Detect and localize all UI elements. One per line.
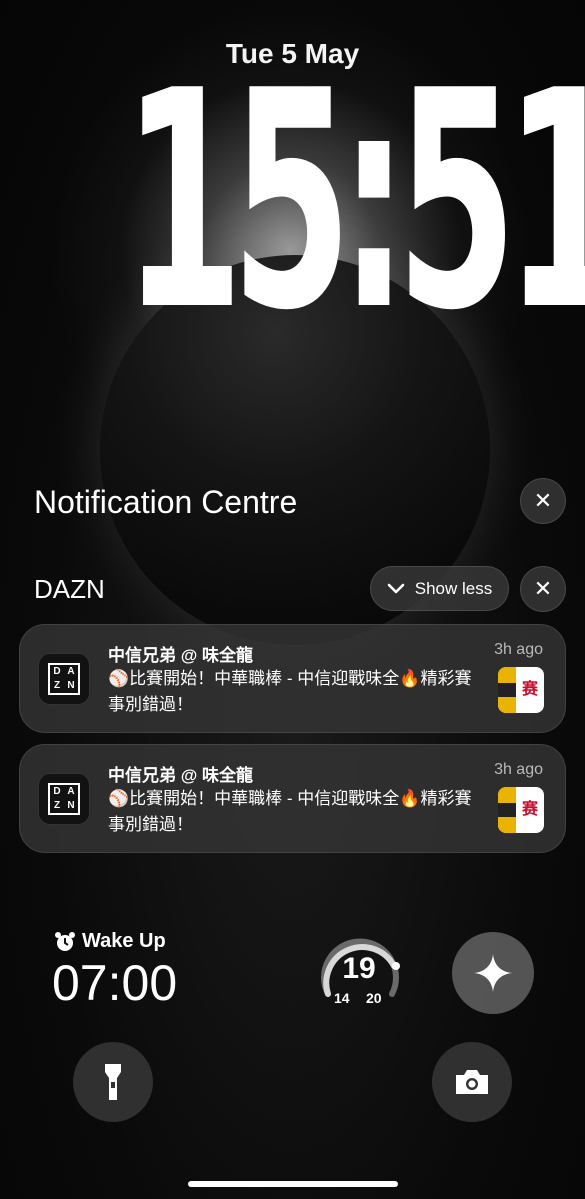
notification-title: 中信兄弟 @ 味全龍 — [108, 646, 254, 665]
notification-body: ⚾比賽開始！中華職棒 - 中信迎戰味全🔥精彩賽事別錯過！ — [108, 669, 472, 714]
notification-thumbnail: 赛 — [498, 787, 544, 833]
notification-title: 中信兄弟 @ 味全龍 — [108, 766, 254, 785]
notification-card[interactable]: DA ZN 中信兄弟 @ 味全龍 3h ago ⚾比賽開始！中華職棒 - 中信迎… — [19, 744, 566, 853]
alarm-clock-icon — [55, 931, 75, 951]
dazn-logo: DA ZN — [48, 783, 80, 815]
assistant-button[interactable] — [452, 932, 534, 1014]
chevron-down-icon — [387, 583, 405, 593]
notification-time: 3h ago — [494, 641, 543, 658]
weather-low: 14 — [334, 990, 350, 1006]
alarm-time: 07:00 — [52, 955, 178, 1011]
close-icon: ✕ — [533, 576, 553, 601]
camera-icon — [456, 1070, 488, 1094]
notification-card[interactable]: DA ZN 中信兄弟 @ 味全龍 3h ago ⚾比賽開始！中華職棒 - 中信迎… — [19, 624, 566, 733]
dazn-logo: DA ZN — [48, 663, 80, 695]
flashlight-button[interactable] — [73, 1042, 153, 1122]
flashlight-icon — [105, 1064, 121, 1100]
dazn-app-icon: DA ZN — [38, 653, 90, 705]
show-less-button[interactable]: Show less — [370, 566, 509, 611]
clear-notification-centre-button[interactable]: ✕ — [520, 478, 566, 524]
camera-button[interactable] — [432, 1042, 512, 1122]
sparkle-icon — [474, 954, 512, 992]
show-less-label: Show less — [414, 578, 493, 598]
notification-time: 3h ago — [494, 761, 543, 778]
notification-body: ⚾比賽開始！中華職棒 - 中信迎戰味全🔥精彩賽事別錯過！ — [108, 789, 472, 834]
weather-high: 20 — [366, 990, 382, 1006]
alarm-label: Wake Up — [82, 930, 166, 952]
clear-group-button[interactable]: ✕ — [520, 566, 566, 612]
lockscreen-time: 15:51 — [122, 27, 585, 376]
home-indicator[interactable] — [188, 1181, 398, 1187]
alarm-widget[interactable]: Wake Up — [54, 930, 166, 953]
dazn-app-icon: DA ZN — [38, 773, 90, 825]
weather-temperature: 19 — [342, 952, 376, 985]
notification-group-app-name: DAZN — [34, 574, 105, 604]
notification-centre-title: Notification Centre — [34, 484, 298, 520]
notification-thumbnail: 赛 — [498, 667, 544, 713]
close-icon: ✕ — [533, 488, 553, 513]
